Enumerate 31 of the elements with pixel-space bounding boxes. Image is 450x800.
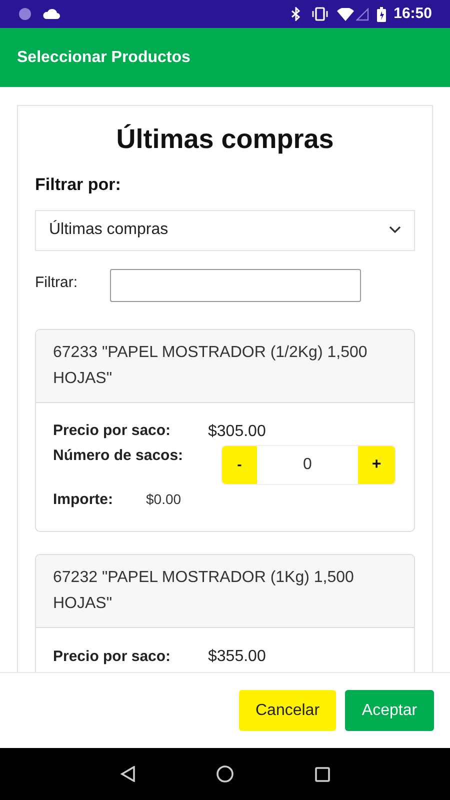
recents-icon[interactable]: [314, 766, 330, 782]
notification-dot-icon: [18, 7, 32, 21]
signal-icon: [356, 8, 369, 20]
quantity-label: Número de sacos:: [53, 446, 184, 466]
amount-value: $0.00: [146, 490, 182, 510]
filter-field[interactable]: [110, 268, 361, 302]
back-icon[interactable]: [120, 766, 136, 782]
price-value: $305.00: [208, 422, 266, 442]
filter-label: Filtrar:: [35, 272, 78, 292]
chevron-down-icon: [389, 226, 401, 234]
bluetooth-icon: [290, 7, 301, 21]
quantity-value: 0: [302, 454, 313, 474]
amount-label: Importe:: [53, 490, 114, 510]
decrease-button[interactable]: -: [222, 446, 257, 484]
cloud-icon: [42, 8, 60, 20]
clock-time: 16:50: [394, 4, 432, 24]
home-icon[interactable]: [216, 765, 234, 783]
price-label: Precio por saco:: [53, 646, 172, 667]
vibrate-icon: [310, 7, 329, 21]
filter-by-label: Filtrar por:: [35, 174, 121, 194]
cancel-button[interactable]: Cancelar: [239, 690, 336, 731]
increase-button[interactable]: +: [358, 446, 395, 484]
page-heading: Últimas compras: [116, 124, 334, 154]
price-label: Precio por saco:: [53, 421, 172, 442]
filter-dropdown[interactable]: Últimas compras: [35, 210, 415, 250]
battery-icon: [376, 6, 386, 22]
product-name: 67232 "PAPEL MOSTRADOR (1Kg) 1,500 HOJAS": [53, 569, 354, 612]
wifi-icon: [336, 8, 354, 20]
product-name: 67233 "PAPEL MOSTRADOR (1/2Kg) 1,500 HOJAS": [53, 344, 368, 386]
price-value: $355.00: [208, 647, 266, 667]
screen-title: Seleccionar Productos: [17, 48, 190, 68]
